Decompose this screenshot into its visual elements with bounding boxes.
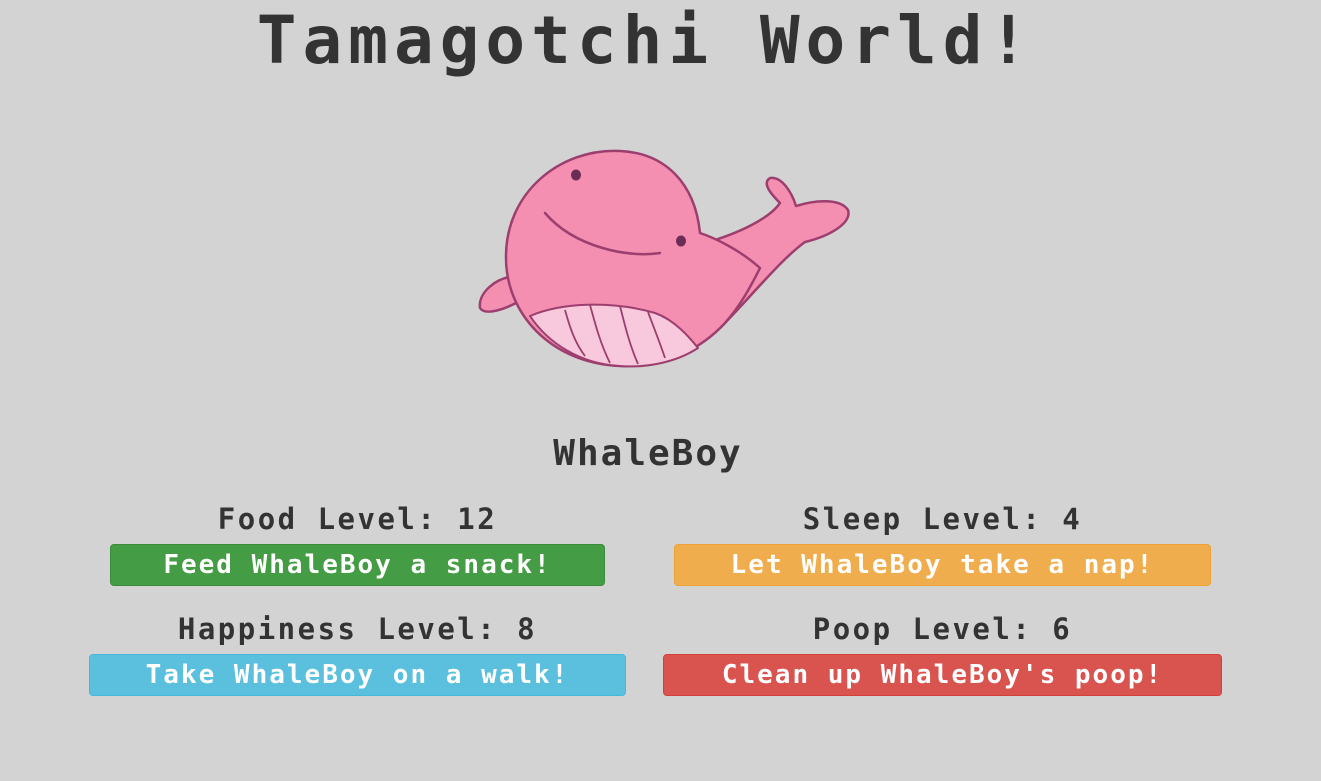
food-level-text: Food Level: 12 [217,502,498,536]
feed-button[interactable]: Feed WhaleBoy a snack! [110,544,605,586]
sleep-level-text: Sleep Level: 4 [802,502,1083,536]
sleep-level-label: Sleep Level: 4 [674,502,1211,536]
happiness-level-label: Happiness Level: 8 [89,612,626,646]
food-level-label: Food Level: 12 [110,502,605,536]
pet-image [470,138,860,378]
poop-level-label: Poop Level: 6 [663,612,1222,646]
walk-button[interactable]: Take WhaleBoy on a walk! [89,654,626,696]
nap-button[interactable]: Let WhaleBoy take a nap! [674,544,1211,586]
whale-illustration [478,149,850,368]
whale-eye-right [676,235,686,247]
pet-name: WhaleBoy [553,433,743,474]
whale-eye-left [571,169,581,181]
page-title: Tamagotchi World! [256,2,1035,79]
happiness-level-text: Happiness Level: 8 [177,612,538,646]
poop-level-text: Poop Level: 6 [812,612,1073,646]
clean-poop-button[interactable]: Clean up WhaleBoy's poop! [663,654,1222,696]
